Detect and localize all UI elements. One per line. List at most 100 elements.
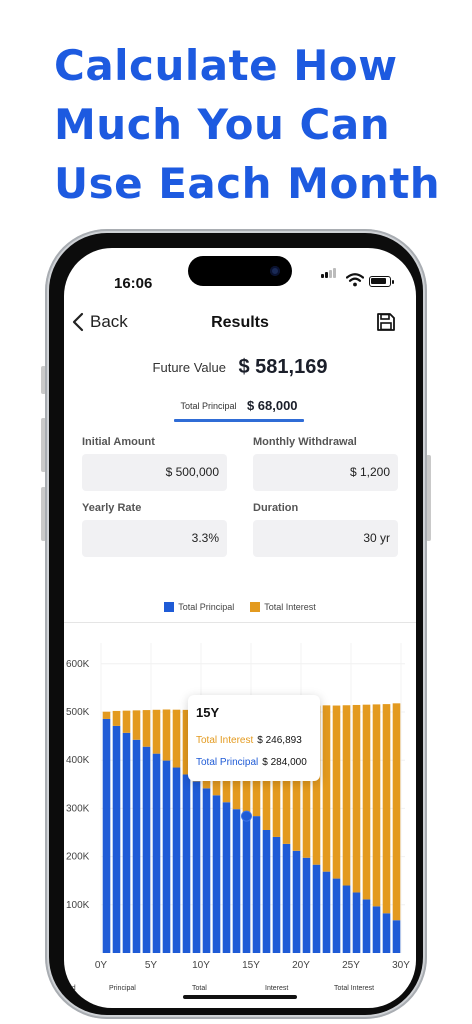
column-header: Total: [192, 985, 207, 992]
headline-line-2: Much You Can: [54, 100, 391, 149]
bar-principal: [392, 920, 401, 953]
bar-principal: [342, 885, 351, 953]
bar-principal: [332, 878, 341, 953]
bar-principal: [112, 725, 121, 953]
status-time: 16:06: [114, 275, 153, 292]
app-screen: 16:06 Back Results Future Value $ 581,16…: [64, 248, 416, 1008]
bar-principal: [372, 906, 381, 953]
bar-interest: [322, 705, 331, 872]
bar-principal: [352, 892, 361, 953]
column-header: Total Interest: [334, 985, 375, 992]
bar-principal: [292, 850, 301, 953]
bar-principal: [172, 767, 181, 953]
tab-label: Total Principal: [180, 400, 237, 411]
tooltip-title: 15Y: [196, 705, 220, 720]
chart-tooltip: 15Y Total Interest $ 246,893 Total Princi…: [188, 695, 320, 781]
stacked-bar-chart[interactable]: 100K 200K 300K 400K 500K 600K 0Y 5Y 10Y 15Y 20Y 25Y…: [64, 608, 416, 968]
y-tick-label: 400K: [66, 755, 90, 766]
column-header: Principal: [109, 985, 136, 992]
bar-principal: [302, 857, 311, 953]
x-tick-label: 10Y: [192, 960, 210, 968]
phone-frame: 16:06 Back Results Future Value $ 581,16…: [45, 229, 427, 1019]
bar-principal: [362, 899, 371, 953]
bar-principal: [262, 829, 271, 953]
promo-headline: Calculate How Much You Can Use Each Mont…: [54, 36, 464, 213]
future-value-label: Future Value: [152, 360, 227, 375]
future-value-amount: $ 581,169: [238, 356, 328, 378]
x-tick-label: 25Y: [342, 960, 360, 968]
x-tick-label: 0Y: [95, 960, 108, 968]
y-tick-label: 600K: [66, 659, 90, 670]
tooltip-interest-value: $ 246,893: [257, 735, 302, 746]
tab-total-principal[interactable]: Total Principal $ 68,000: [174, 397, 304, 422]
highlight-point: [241, 810, 252, 822]
bar-interest: [142, 710, 151, 747]
wifi-icon: [346, 273, 364, 287]
bar-principal: [252, 816, 261, 953]
tooltip-interest-label: Total Interest: [196, 735, 254, 746]
duration-label: Duration: [253, 502, 299, 514]
bar-interest: [112, 710, 121, 726]
y-tick-label: 500K: [66, 707, 90, 718]
bar-principal: [212, 795, 221, 953]
bar-principal: [282, 843, 291, 953]
bar-principal: [222, 802, 231, 953]
bar-principal: [152, 753, 161, 953]
bar-interest: [162, 709, 171, 761]
bar-principal: [232, 809, 241, 953]
bar-interest: [342, 705, 351, 886]
tooltip-principal-row: Total Principal $ 284,000: [196, 757, 307, 768]
bar-interest: [102, 711, 111, 719]
bar-interest: [382, 704, 391, 914]
bar-principal: [142, 746, 151, 953]
bar-interest: [122, 710, 131, 733]
monthly-withdrawal-label: Monthly Withdrawal: [253, 436, 357, 448]
save-icon[interactable]: [376, 312, 396, 332]
bar-interest: [152, 709, 161, 754]
bar-principal: [122, 732, 131, 953]
initial-amount-label: Initial Amount: [82, 436, 155, 448]
bar-interest: [392, 703, 401, 921]
bar-principal: [202, 788, 211, 953]
tooltip-principal-value: $ 284,000: [262, 757, 307, 768]
yearly-rate-field[interactable]: 3.3%: [82, 520, 227, 557]
bar-principal: [132, 739, 141, 953]
bar-principal: [192, 781, 201, 953]
bar-interest: [362, 704, 371, 900]
bar-interest: [352, 704, 361, 893]
camera-icon: [270, 266, 280, 276]
column-header: Interest: [265, 985, 289, 992]
headline-line-1: Calculate How: [54, 41, 398, 90]
tooltip-principal-label: Total Principal: [196, 757, 259, 768]
headline-line-3: Use Each Month: [54, 159, 441, 208]
bar-principal: [102, 718, 111, 953]
bar-principal: [162, 760, 171, 953]
x-tick-label: 5Y: [145, 960, 158, 968]
tab-underline: [174, 419, 304, 422]
bar-interest: [332, 705, 341, 879]
bar-principal: [382, 913, 391, 953]
bar-principal: [322, 871, 331, 953]
battery-icon: [369, 276, 394, 287]
duration-field[interactable]: 30 yr: [253, 520, 398, 557]
column-header: riod: [64, 985, 76, 992]
bar-interest: [172, 709, 181, 768]
home-indicator: [183, 995, 297, 999]
y-tick-label: 300K: [66, 803, 90, 814]
initial-amount-field[interactable]: $ 500,000: [82, 454, 227, 491]
page-title: Results: [211, 314, 269, 331]
future-value-summary: Future Value $ 581,169: [64, 356, 416, 379]
tooltip-interest-row: Total Interest $ 246,893: [196, 735, 302, 746]
yearly-rate-label: Yearly Rate: [82, 502, 142, 514]
y-tick-label: 100K: [66, 900, 90, 911]
dynamic-island: [188, 256, 292, 286]
bar-principal: [242, 816, 251, 953]
x-tick-label: 30Y: [392, 960, 410, 968]
x-tick-label: 15Y: [242, 960, 260, 968]
bar-interest: [372, 704, 381, 907]
x-tick-label: 20Y: [292, 960, 310, 968]
y-tick-label: 200K: [66, 852, 90, 863]
monthly-withdrawal-field[interactable]: $ 1,200: [253, 454, 398, 491]
bar-interest: [132, 710, 141, 740]
bar-principal: [182, 774, 191, 953]
